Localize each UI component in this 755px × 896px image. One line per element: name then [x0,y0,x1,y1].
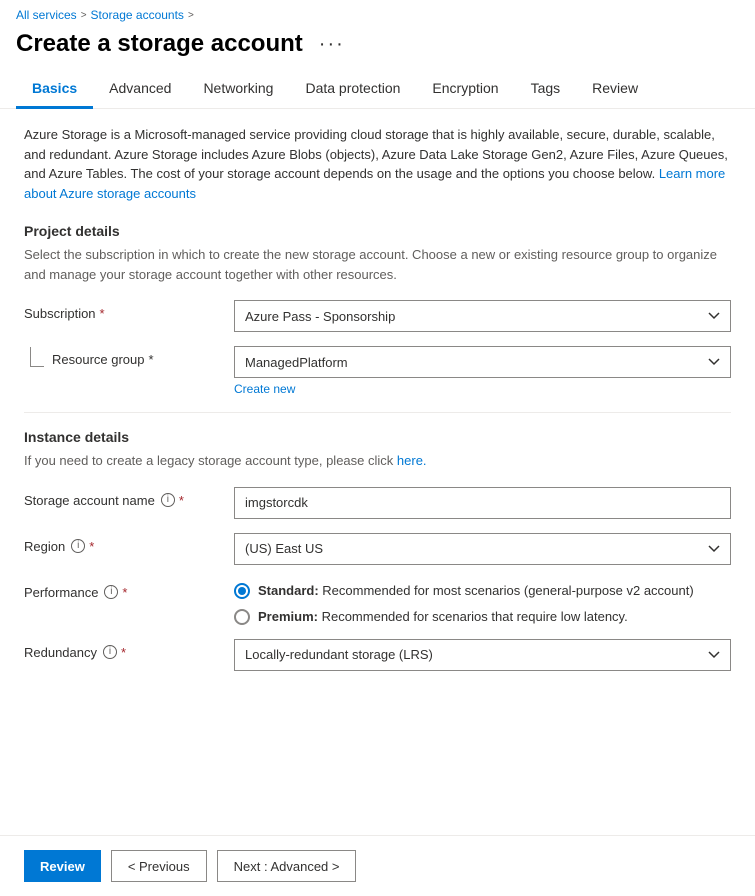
performance-standard-radio[interactable] [234,583,250,599]
subscription-select[interactable]: Azure Pass - Sponsorship [234,300,731,332]
performance-group: Performance i * Standard: Recommended fo… [24,579,731,625]
tab-review[interactable]: Review [576,70,654,109]
tab-advanced[interactable]: Advanced [93,70,187,109]
tab-encryption[interactable]: Encryption [416,70,514,109]
region-select[interactable]: (US) East US [234,533,731,565]
performance-label: Performance i * [24,579,224,600]
legacy-here-link[interactable]: here. [397,453,427,468]
breadcrumb-sep2: > [188,10,194,21]
page-title: Create a storage account [16,30,303,58]
review-button[interactable]: Review [24,850,101,882]
breadcrumb-sep1: > [81,10,87,21]
performance-premium-radio[interactable] [234,609,250,625]
resource-group-control: ManagedPlatform Create new [234,346,731,396]
region-required: * [89,539,94,554]
project-details-title: Project details [24,223,731,239]
region-control: (US) East US [234,533,731,565]
storage-name-group: Storage account name i * [24,487,731,519]
storage-name-control [234,487,731,519]
region-info-icon[interactable]: i [71,539,85,553]
subscription-control: Azure Pass - Sponsorship [234,300,731,332]
redundancy-select[interactable]: Locally-redundant storage (LRS) [234,639,731,671]
instance-details-desc: If you need to create a legacy storage a… [24,451,731,471]
resource-group-select[interactable]: ManagedPlatform [234,346,731,378]
performance-required: * [122,585,127,600]
resource-group-row: Resource group * ManagedPlatform Create … [24,346,731,396]
create-new-link[interactable]: Create new [234,382,295,396]
performance-standard-option[interactable]: Standard: Recommended for most scenarios… [234,583,731,599]
storage-name-input[interactable] [234,487,731,519]
tab-networking[interactable]: Networking [187,70,289,109]
performance-premium-option[interactable]: Premium: Recommended for scenarios that … [234,609,731,625]
redundancy-info-icon[interactable]: i [103,645,117,659]
tab-basics[interactable]: Basics [16,70,93,109]
region-group: Region i * (US) East US [24,533,731,565]
breadcrumb: All services > Storage accounts > [0,0,755,26]
resource-group-label: Resource group * [24,346,224,367]
tab-tags[interactable]: Tags [515,70,577,109]
previous-button[interactable]: < Previous [111,850,207,882]
instance-details-title: Instance details [24,429,731,445]
project-details-desc: Select the subscription in which to crea… [24,245,731,284]
storage-name-info-icon[interactable]: i [161,493,175,507]
redundancy-required: * [121,645,126,660]
performance-info-icon[interactable]: i [104,585,118,599]
performance-control: Standard: Recommended for most scenarios… [234,579,731,625]
performance-premium-label: Premium: Recommended for scenarios that … [258,609,628,624]
breadcrumb-all-services[interactable]: All services [16,8,77,22]
redundancy-group: Redundancy i * Locally-redundant storage… [24,639,731,671]
intro-description: Azure Storage is a Microsoft-managed ser… [24,125,731,203]
performance-radio-group: Standard: Recommended for most scenarios… [234,579,731,625]
content-area: Azure Storage is a Microsoft-managed ser… [0,109,755,701]
redundancy-label: Redundancy i * [24,639,224,660]
performance-standard-label: Standard: Recommended for most scenarios… [258,583,694,598]
page-header: Create a storage account ··· [0,26,755,70]
subscription-group: Subscription * Azure Pass - Sponsorship [24,300,731,332]
tab-data-protection[interactable]: Data protection [289,70,416,109]
dots-menu[interactable]: ··· [313,31,351,58]
region-label: Region i * [24,533,224,554]
divider-1 [24,412,731,413]
performance-standard-dot [238,587,246,595]
resource-group-required: * [149,352,154,367]
indent-line [30,347,44,367]
subscription-label: Subscription * [24,300,224,321]
subscription-required: * [100,306,105,321]
storage-name-label: Storage account name i * [24,487,224,508]
tabs-bar: Basics Advanced Networking Data protecti… [0,70,755,109]
next-button[interactable]: Next : Advanced > [217,850,357,882]
footer-bar: Review < Previous Next : Advanced > [0,835,755,896]
redundancy-control: Locally-redundant storage (LRS) [234,639,731,671]
breadcrumb-storage-accounts[interactable]: Storage accounts [91,8,184,22]
storage-name-required: * [179,493,184,508]
